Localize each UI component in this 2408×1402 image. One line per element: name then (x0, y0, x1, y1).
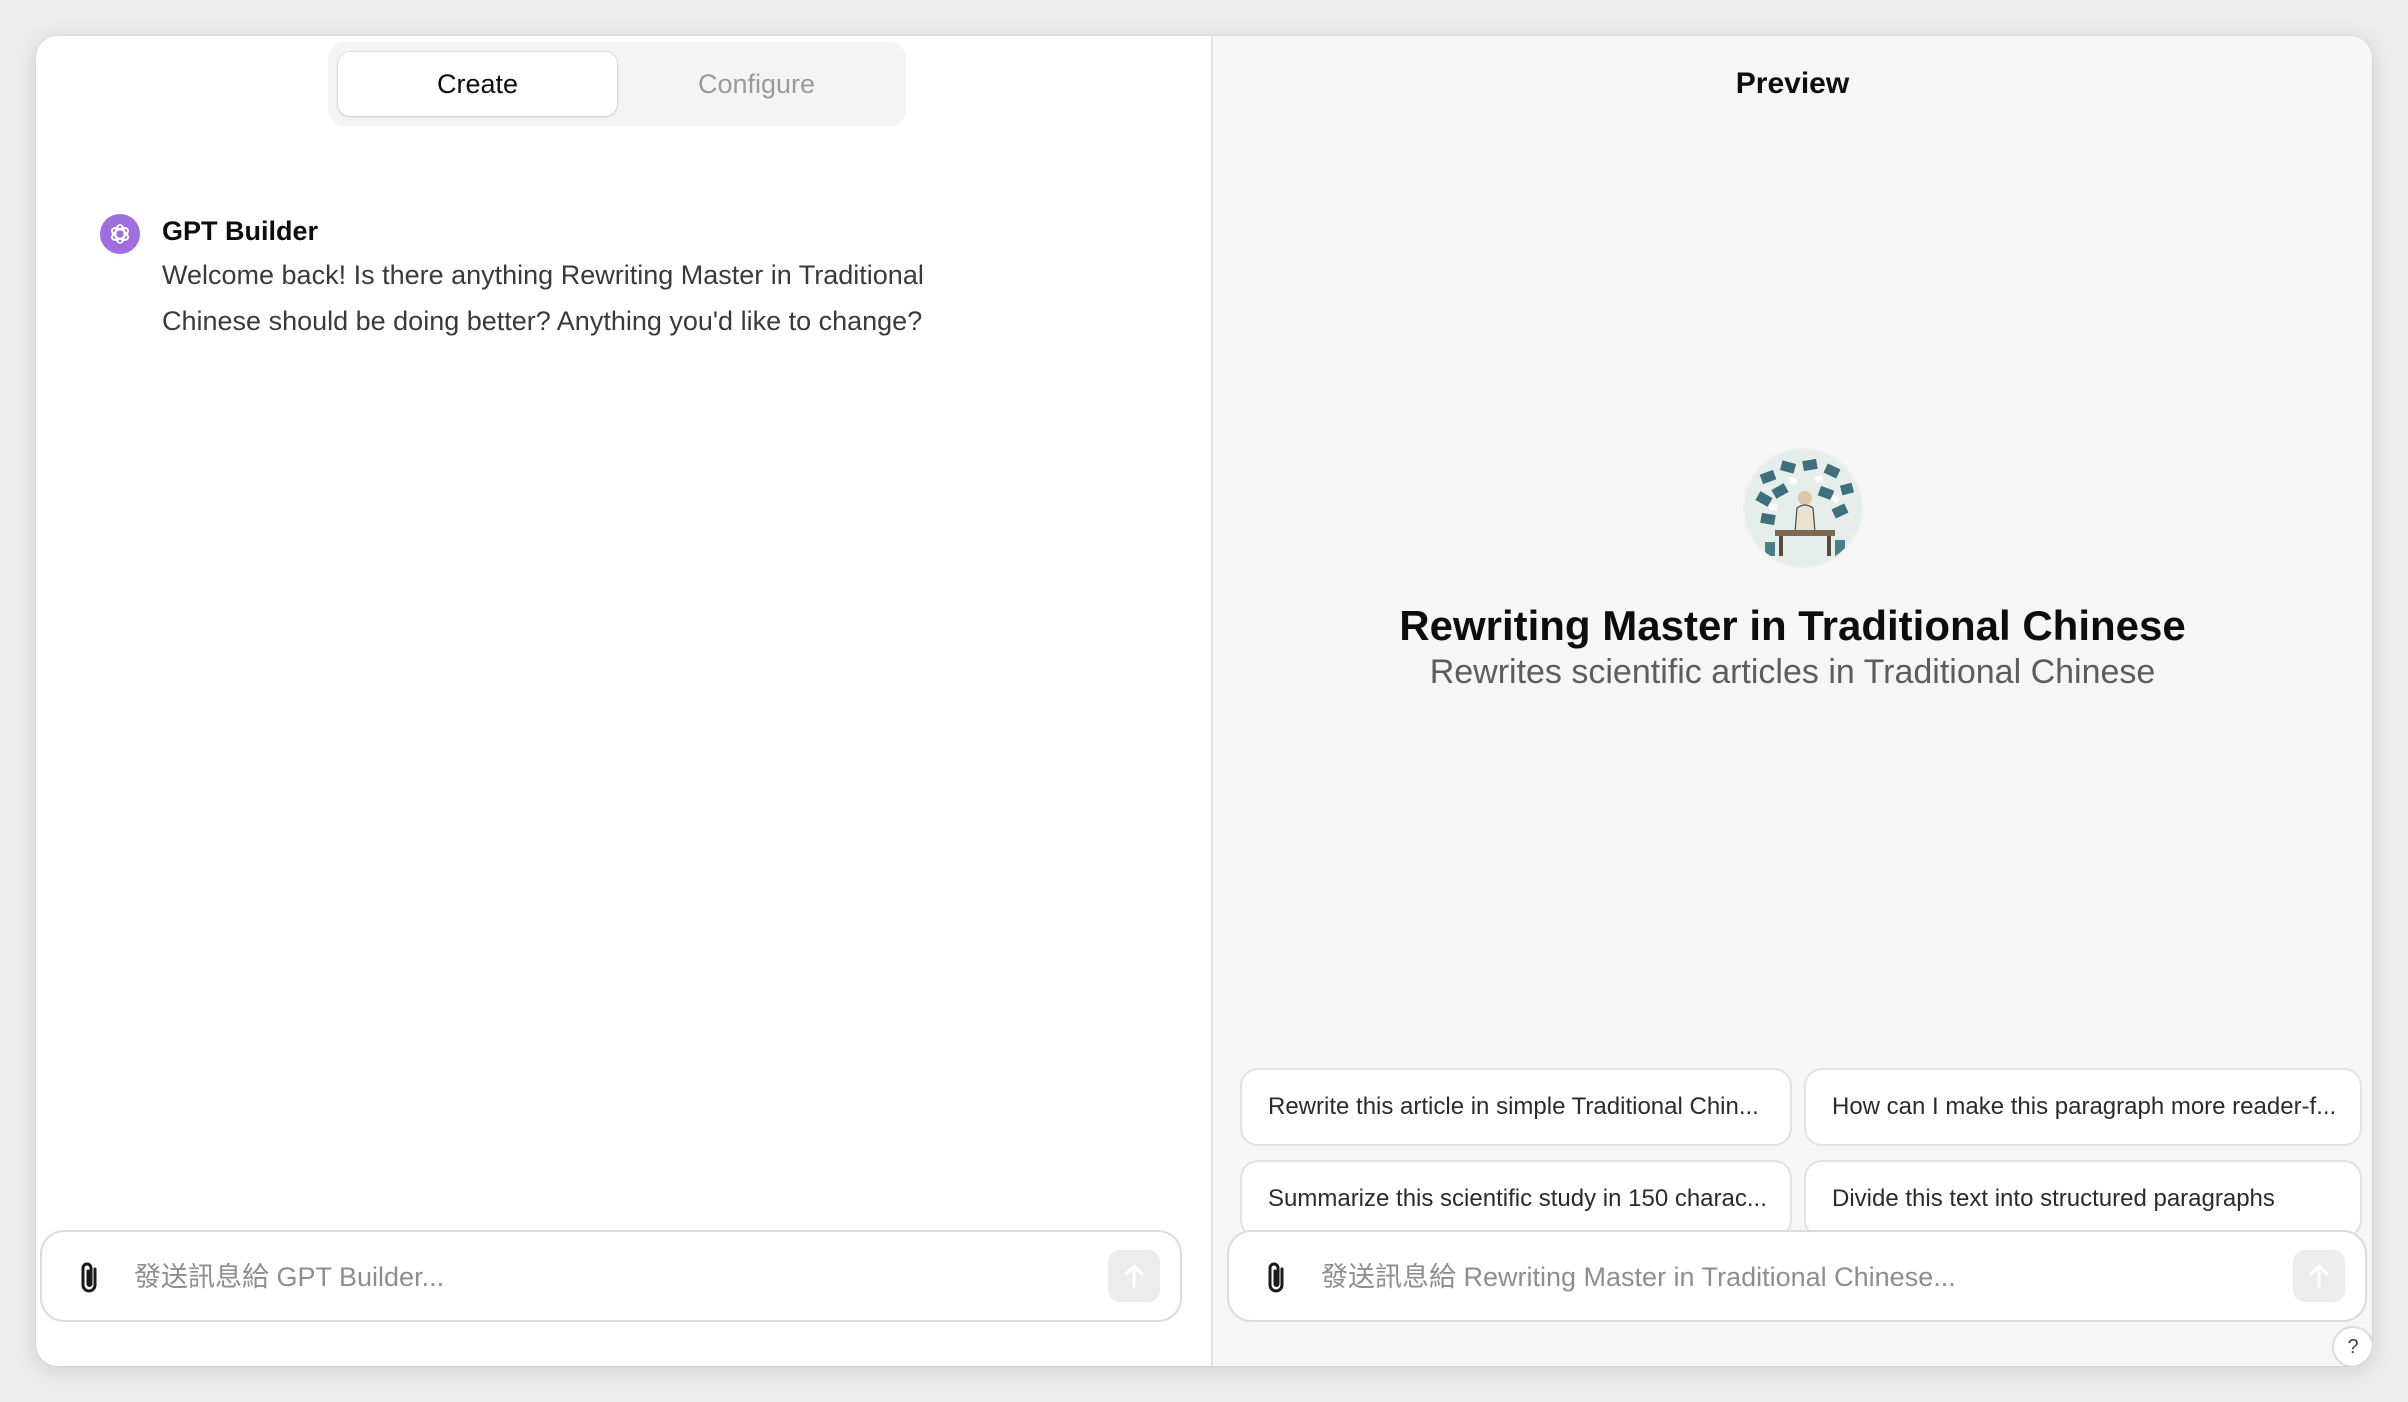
paperclip-icon[interactable] (1259, 1258, 1295, 1298)
preview-title: Preview (1735, 67, 1850, 100)
arrow-up-icon (2309, 1264, 2329, 1288)
tab-configure[interactable]: Configure (617, 52, 896, 116)
mode-tabs: Create Configure (328, 42, 906, 126)
gpt-name: Rewriting Master in Traditional Chinese (1399, 602, 2186, 649)
tab-create[interactable]: Create (338, 52, 617, 116)
gpt-avatar (1743, 448, 1863, 568)
suggestion-chip[interactable]: Divide this text into structured paragra… (1804, 1160, 2362, 1238)
paperclip-icon[interactable] (72, 1258, 108, 1298)
create-pane: Create Configure GPT Builder Welcome bac… (36, 36, 1211, 1366)
send-button[interactable] (2293, 1250, 2345, 1302)
preview-message-input[interactable] (1321, 1252, 2221, 1302)
gpt-editor-window: Create Configure GPT Builder Welcome bac… (36, 36, 2372, 1366)
gpt-description: Rewrites scientific articles in Traditio… (1429, 653, 2156, 691)
suggestion-chip[interactable]: How can I make this paragraph more reade… (1804, 1068, 2362, 1146)
openai-logo-icon (100, 214, 140, 254)
builder-composer (40, 1230, 1182, 1322)
suggestion-chip[interactable]: Summarize this scientific study in 150 c… (1240, 1160, 1792, 1238)
arrow-up-icon (1124, 1264, 1144, 1288)
message-author: GPT Builder (162, 216, 319, 246)
builder-message-input[interactable] (134, 1252, 994, 1302)
preview-composer (1227, 1230, 2367, 1322)
suggestion-chip[interactable]: Rewrite this article in simple Tradition… (1240, 1068, 1792, 1146)
send-button[interactable] (1108, 1250, 1160, 1302)
message-text: Welcome back! Is there anything Rewritin… (162, 260, 924, 336)
help-button[interactable]: ? (2332, 1326, 2372, 1366)
